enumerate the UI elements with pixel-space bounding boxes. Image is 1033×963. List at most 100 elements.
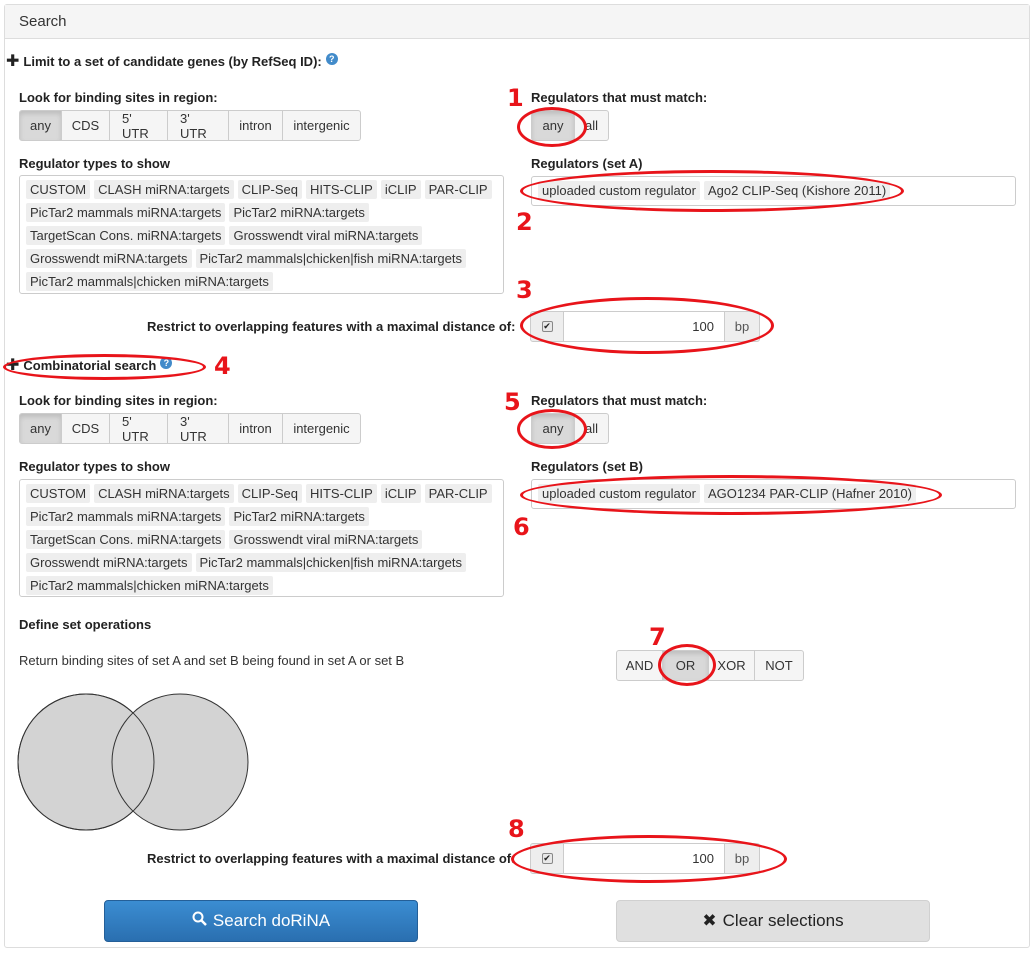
- type-tag[interactable]: Grosswendt miRNA:targets: [26, 249, 192, 268]
- region-intergenic-button[interactable]: intergenic: [282, 413, 361, 444]
- types-label-a: Regulator types to show: [19, 156, 170, 171]
- op-or-button[interactable]: OR: [662, 650, 709, 681]
- search-button[interactable]: Search doRiNA: [104, 900, 418, 942]
- match-any-button[interactable]: any: [531, 110, 575, 141]
- annotation-8: 8: [508, 815, 525, 843]
- type-tag[interactable]: PicTar2 mammals miRNA:targets: [26, 203, 226, 222]
- type-tag[interactable]: HITS-CLIP: [305, 180, 377, 199]
- help-icon[interactable]: ?: [325, 52, 338, 65]
- type-tag[interactable]: CUSTOM: [26, 180, 91, 199]
- annotation-2: 2: [516, 208, 533, 236]
- region-intron-button[interactable]: intron: [228, 413, 283, 444]
- region-cds-button[interactable]: CDS: [61, 413, 110, 444]
- venn-set-b: [111, 693, 249, 831]
- combinatorial-label: Combinatorial search: [23, 358, 157, 373]
- regulators-label-a: Regulators (set A): [531, 156, 643, 171]
- type-tag[interactable]: CLASH miRNA:targets: [94, 180, 234, 199]
- type-tag[interactable]: HITS-CLIP: [305, 484, 377, 503]
- region-5utr-button[interactable]: 5' UTR: [109, 110, 168, 141]
- match-any-button[interactable]: any: [531, 413, 575, 444]
- region-group-b: any CDS 5' UTR 3' UTR intron intergenic: [19, 413, 361, 444]
- types-box-a[interactable]: CUSTOM CLASH miRNA:targets CLIP-Seq HITS…: [19, 175, 504, 294]
- set-ops-label: Define set operations: [19, 617, 152, 632]
- match-label-a: Regulators that must match:: [531, 90, 708, 105]
- region-any-button[interactable]: any: [19, 110, 62, 141]
- region-group-a: any CDS 5' UTR 3' UTR intron intergenic: [19, 110, 361, 141]
- set-ops-description: Return binding sites of set A and set B …: [19, 653, 405, 668]
- type-tag[interactable]: CUSTOM: [26, 484, 91, 503]
- type-tag[interactable]: PicTar2 mammals miRNA:targets: [26, 507, 226, 526]
- regulators-label-b: Regulators (set B): [531, 459, 643, 474]
- type-tag[interactable]: PAR-CLIP: [424, 484, 492, 503]
- annotation-7: 7: [649, 623, 666, 651]
- region-cds-button[interactable]: CDS: [61, 110, 110, 141]
- match-group-b: any all: [531, 413, 609, 444]
- type-tag[interactable]: Grosswendt viral miRNA:targets: [229, 226, 423, 245]
- regulator-tag[interactable]: uploaded custom regulator: [538, 484, 700, 503]
- search-button-label: Search doRiNA: [212, 911, 331, 930]
- distance-checkbox-a[interactable]: ✔: [530, 311, 564, 342]
- search-icon: [192, 911, 207, 931]
- plus-icon: ✚: [6, 357, 20, 374]
- type-tag[interactable]: CLIP-Seq: [237, 484, 302, 503]
- type-tag[interactable]: PicTar2 mammals|chicken|fish miRNA:targe…: [195, 553, 466, 572]
- op-xor-button[interactable]: XOR: [708, 650, 755, 681]
- distance-unit-a: bp: [724, 311, 760, 342]
- distance-unit-ops: bp: [724, 843, 760, 874]
- distance-checkbox-ops[interactable]: ✔: [530, 843, 564, 874]
- set-ops-group: AND OR XOR NOT: [616, 650, 804, 681]
- regulators-box-b[interactable]: uploaded custom regulator AGO1234 PAR-CL…: [531, 479, 1016, 509]
- types-box-b[interactable]: CUSTOM CLASH miRNA:targets CLIP-Seq HITS…: [19, 479, 504, 597]
- region-any-button[interactable]: any: [19, 413, 62, 444]
- type-tag[interactable]: Grosswendt miRNA:targets: [26, 553, 192, 572]
- type-tag[interactable]: iCLIP: [380, 180, 421, 199]
- match-all-button[interactable]: all: [574, 413, 609, 444]
- type-tag[interactable]: CLIP-Seq: [237, 180, 302, 199]
- annotation-4: 4: [214, 352, 231, 380]
- type-tag[interactable]: TargetScan Cons. miRNA:targets: [26, 530, 226, 549]
- annotation-6: 6: [513, 513, 530, 541]
- help-icon[interactable]: ?: [160, 356, 173, 369]
- op-and-button[interactable]: AND: [616, 650, 663, 681]
- regulator-tag[interactable]: AGO1234 PAR-CLIP (Hafner 2010): [703, 484, 916, 503]
- panel-title: Search: [5, 5, 1029, 39]
- distance-label-a: Restrict to overlapping features with a …: [147, 319, 516, 334]
- type-tag[interactable]: PicTar2 miRNA:targets: [229, 507, 369, 526]
- match-all-button[interactable]: all: [574, 110, 609, 141]
- region-5utr-button[interactable]: 5' UTR: [109, 413, 168, 444]
- limit-genes-label: Limit to a set of candidate genes (by Re…: [23, 54, 322, 69]
- type-tag[interactable]: PicTar2 mammals|chicken miRNA:targets: [26, 576, 273, 595]
- region-intergenic-button[interactable]: intergenic: [282, 110, 361, 141]
- match-label-b: Regulators that must match:: [531, 393, 708, 408]
- annotation-1: 1: [507, 84, 524, 112]
- region-label-b: Look for binding sites in region:: [19, 393, 218, 408]
- type-tag[interactable]: PAR-CLIP: [424, 180, 492, 199]
- plus-icon: ✚: [6, 53, 20, 70]
- check-icon: ✔: [541, 853, 553, 864]
- type-tag[interactable]: Grosswendt viral miRNA:targets: [229, 530, 423, 549]
- op-not-button[interactable]: NOT: [754, 650, 804, 681]
- regulator-tag[interactable]: Ago2 CLIP-Seq (Kishore 2011): [703, 181, 891, 200]
- regulators-box-a[interactable]: uploaded custom regulator Ago2 CLIP-Seq …: [531, 176, 1016, 206]
- type-tag[interactable]: PicTar2 miRNA:targets: [229, 203, 369, 222]
- region-label-a: Look for binding sites in region:: [19, 90, 218, 105]
- region-3utr-button[interactable]: 3' UTR: [167, 413, 229, 444]
- type-tag[interactable]: CLASH miRNA:targets: [94, 484, 234, 503]
- type-tag[interactable]: PicTar2 mammals|chicken miRNA:targets: [26, 272, 273, 291]
- distance-group-a: ✔ 100 bp: [530, 311, 760, 342]
- region-3utr-button[interactable]: 3' UTR: [167, 110, 229, 141]
- clear-button-label: Clear selections: [722, 911, 844, 930]
- type-tag[interactable]: iCLIP: [380, 484, 421, 503]
- limit-genes-toggle[interactable]: ✚ Limit to a set of candidate genes (by …: [6, 52, 338, 70]
- region-intron-button[interactable]: intron: [228, 110, 283, 141]
- regulator-tag[interactable]: uploaded custom regulator: [538, 181, 700, 200]
- type-tag[interactable]: PicTar2 mammals|chicken|fish miRNA:targe…: [195, 249, 466, 268]
- clear-button[interactable]: ✖ Clear selections: [616, 900, 930, 942]
- annotation-5: 5: [504, 388, 521, 416]
- types-label-b: Regulator types to show: [19, 459, 170, 474]
- close-icon: ✖: [702, 911, 717, 930]
- combinatorial-toggle[interactable]: ✚ Combinatorial search ?: [6, 356, 173, 374]
- distance-input-a[interactable]: 100: [564, 311, 724, 342]
- distance-input-ops[interactable]: 100: [564, 843, 724, 874]
- type-tag[interactable]: TargetScan Cons. miRNA:targets: [26, 226, 226, 245]
